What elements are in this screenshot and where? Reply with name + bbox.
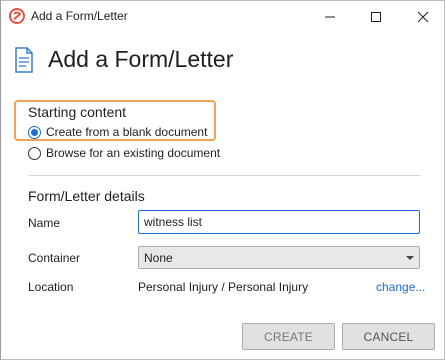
location-value: Personal Injury / Personal Injury [138, 280, 309, 294]
location-label: Location [28, 280, 74, 294]
radio-label: Browse for an existing document [46, 146, 221, 160]
minimize-button[interactable] [307, 1, 353, 32]
radio-unselected-icon[interactable] [28, 146, 41, 160]
document-icon [15, 47, 33, 73]
dialog-window: Add a Form/Letter Add a Form/Letter Star… [0, 0, 445, 360]
radio-create-blank[interactable]: Create from a blank document [28, 125, 207, 139]
close-icon [417, 11, 429, 22]
section-divider [28, 175, 421, 176]
chevron-down-icon [406, 256, 414, 260]
change-location-link[interactable]: change... [376, 280, 425, 294]
minimize-icon [325, 16, 335, 17]
radio-browse-existing[interactable]: Browse for an existing document [28, 146, 220, 160]
app-logo-icon [8, 7, 26, 25]
maximize-button[interactable] [353, 1, 399, 32]
page-title: Add a Form/Letter [48, 46, 234, 72]
radio-label: Create from a blank document [46, 125, 208, 139]
details-heading: Form/Letter details [28, 188, 145, 204]
title-bar: Add a Form/Letter [1, 1, 444, 32]
container-value: None [144, 251, 173, 265]
close-button[interactable] [400, 1, 446, 32]
radio-selected-icon[interactable] [28, 125, 41, 139]
create-button[interactable]: CREATE [242, 323, 335, 350]
window-title: Add a Form/Letter [31, 9, 128, 23]
container-select[interactable]: None [138, 246, 420, 269]
starting-content-heading: Starting content [28, 104, 127, 120]
maximize-icon [371, 11, 381, 22]
name-input[interactable] [138, 210, 420, 234]
container-label: Container [28, 251, 81, 265]
name-label: Name [28, 216, 61, 230]
cancel-button[interactable]: CANCEL [342, 323, 435, 350]
